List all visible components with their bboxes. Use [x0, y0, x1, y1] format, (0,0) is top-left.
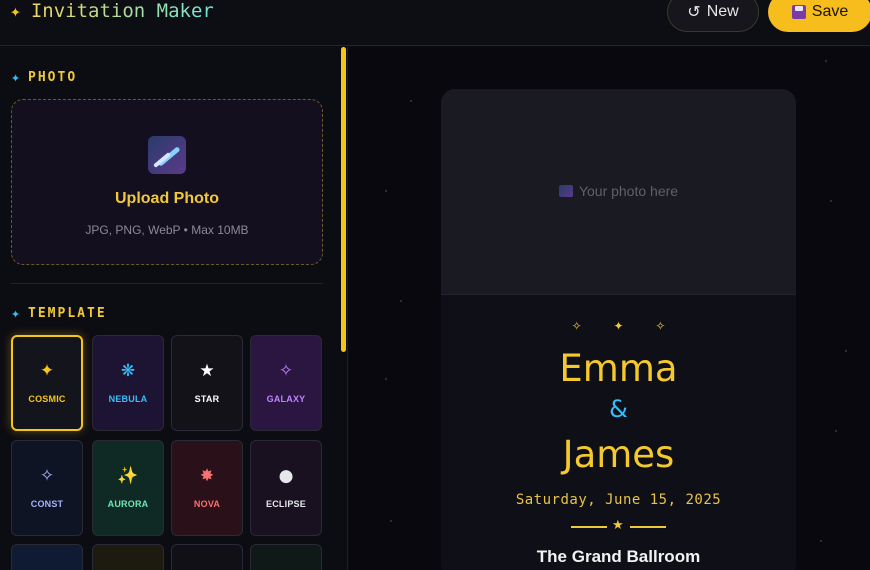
ampersand: &	[609, 395, 628, 423]
upload-photo-label: Upload Photo	[115, 190, 219, 207]
background-star	[390, 520, 392, 522]
template-icon: ✦	[39, 360, 55, 381]
template-icon: ●	[278, 465, 294, 486]
template-label: CONST	[30, 498, 64, 509]
star-icon: ★	[612, 518, 624, 533]
background-star	[835, 430, 837, 432]
template-card-aurora[interactable]: ✨ AURORA	[92, 440, 164, 536]
template-label: STAR	[194, 393, 220, 404]
template-card[interactable]	[92, 544, 164, 570]
image-icon	[148, 136, 186, 174]
background-star	[400, 300, 402, 302]
template-icon: ★	[199, 360, 215, 381]
invitation-card: Your photo here ✧ ✦ ✧ Emma & James Satur…	[441, 89, 796, 570]
template-label: ECLIPSE	[266, 498, 306, 509]
template-card[interactable]	[250, 544, 322, 570]
sparkle-icon: ✦	[11, 68, 21, 86]
event-venue: The Grand Ballroom	[536, 547, 701, 566]
partner-name-1: Emma	[559, 347, 678, 390]
sidebar-scrollbar[interactable]	[341, 47, 346, 352]
refresh-icon: ↺	[687, 4, 701, 21]
background-star	[845, 350, 847, 352]
template-card[interactable]	[171, 544, 243, 570]
section-divider	[11, 283, 323, 284]
background-star	[385, 378, 387, 380]
template-section-title: ✦ TEMPLATE	[11, 304, 107, 322]
template-card-star[interactable]: ★ STAR	[171, 335, 243, 431]
background-star	[820, 540, 822, 542]
event-date: Saturday, June 15, 2025	[515, 492, 722, 508]
template-label: NEBULA	[108, 393, 148, 404]
decorative-stars: ✧ ✦ ✧	[571, 319, 680, 333]
photo-placeholder: Your photo here	[441, 183, 796, 199]
app-title: ✦ Invitation Maker	[10, 0, 214, 24]
new-button[interactable]: ↺ New	[667, 0, 759, 32]
template-label: COSMIC	[28, 393, 66, 404]
template-label: AURORA	[107, 498, 149, 509]
app-title-text: Invitation Maker	[30, 0, 214, 22]
sparkle-icon: ✦	[10, 0, 21, 22]
template-icon: ✧	[39, 465, 55, 486]
template-card-galaxy[interactable]: ✧ GALAXY	[250, 335, 322, 431]
template-label: NOVA	[193, 498, 221, 509]
template-icon: ❋	[120, 360, 136, 381]
template-card-eclipse[interactable]: ● ECLIPSE	[250, 440, 322, 536]
save-button-label: Save	[811, 3, 849, 20]
photo-section-title: ✦ PHOTO	[11, 68, 78, 86]
template-icon: ✨	[117, 465, 139, 486]
template-icon: ✸	[199, 465, 215, 486]
background-star	[385, 190, 387, 192]
photo-upload-dropzone[interactable]	[11, 99, 323, 265]
background-star	[830, 200, 832, 202]
template-card[interactable]	[11, 544, 83, 570]
app-header: ✦ Invitation Maker ↺ New Save	[0, 0, 870, 46]
image-icon	[558, 185, 573, 197]
sparkle-icon: ✦	[11, 304, 21, 322]
floppy-disk-icon	[791, 5, 806, 19]
template-card-const[interactable]: ✧ CONST	[11, 440, 83, 536]
ornament-divider: ★	[571, 518, 666, 535]
partner-name-2: James	[562, 433, 675, 476]
template-card-nebula[interactable]: ❋ NEBULA	[92, 335, 164, 431]
template-card-nova[interactable]: ✸ NOVA	[171, 440, 243, 536]
save-button[interactable]: Save	[768, 0, 870, 32]
template-icon: ✧	[278, 360, 294, 381]
card-photo-area[interactable]: Your photo here	[441, 89, 796, 295]
background-star	[410, 100, 412, 102]
template-label: GALAXY	[266, 393, 306, 404]
new-button-label: New	[706, 3, 739, 20]
upload-hint: JPG, PNG, WebP • Max 10MB	[85, 223, 249, 237]
background-star	[825, 60, 827, 62]
template-card-cosmic[interactable]: ✦ COSMIC	[11, 335, 83, 431]
